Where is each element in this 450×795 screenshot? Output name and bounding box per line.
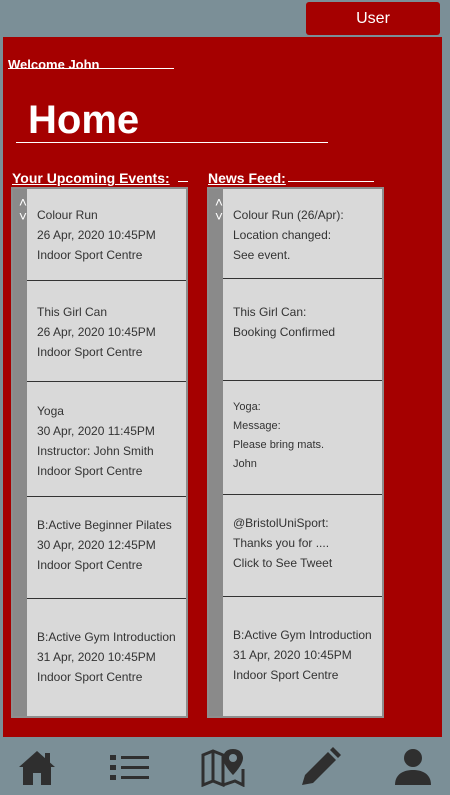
home-icon	[19, 751, 55, 785]
nav-list-button[interactable]	[107, 746, 153, 788]
news-line: Indoor Sport Centre	[233, 668, 339, 682]
events-heading-line	[178, 181, 188, 182]
nav-map-button[interactable]	[200, 746, 246, 788]
news-line: Booking Confirmed	[233, 325, 336, 339]
event-line: Instructor: John Smith	[37, 444, 154, 458]
news-line: Click to See Tweet	[233, 556, 333, 570]
nav-profile-button[interactable]	[390, 746, 436, 788]
news-item-gym-introduction[interactable]: B:Active Gym Introduction 31 Apr, 2020 1…	[223, 625, 382, 685]
event-line: B:Active Beginner Pilates	[37, 518, 172, 532]
news-line: Colour Run (26/Apr):	[233, 208, 344, 222]
news-line: B:Active Gym Introduction	[233, 628, 372, 642]
event-item-yoga[interactable]: Yoga 30 Apr, 2020 11:45PM Instructor: Jo…	[27, 401, 186, 481]
events-heading: Your Upcoming Events:	[12, 170, 170, 186]
news-line: See event.	[233, 248, 291, 262]
event-line: Indoor Sport Centre	[37, 464, 143, 478]
frame-right-edge	[442, 37, 450, 737]
news-separator	[223, 596, 382, 597]
news-line: Location changed:	[233, 228, 332, 242]
nav-home-button[interactable]	[14, 746, 60, 788]
news-separator	[223, 494, 382, 495]
event-line: Yoga	[37, 404, 64, 418]
page-title: Home	[28, 98, 140, 142]
news-feed-list[interactable]: ˄ ˅ Colour Run (26/Apr): Location changed…	[207, 187, 384, 718]
news-line: 31 Apr, 2020 10:45PM	[233, 648, 352, 662]
news-line: This Girl Can:	[233, 305, 307, 319]
news-item-this-girl-can[interactable]: This Girl Can: Booking Confirmed	[223, 302, 382, 342]
news-line: @BristolUniSport:	[233, 516, 329, 530]
news-line: Thanks you for ....	[233, 536, 330, 550]
event-line: Indoor Sport Centre	[37, 558, 143, 572]
news-line: John	[233, 458, 257, 470]
frame-left-edge	[0, 37, 3, 737]
event-item-gym-introduction[interactable]: B:Active Gym Introduction 31 Apr, 2020 1…	[27, 627, 186, 687]
news-separator	[223, 278, 382, 279]
event-line: This Girl Can	[37, 305, 108, 319]
news-item-yoga[interactable]: Yoga: Message: Please bring mats. John	[223, 398, 382, 474]
user-button[interactable]: User	[306, 2, 440, 35]
event-separator	[27, 280, 186, 281]
event-line: 26 Apr, 2020 10:45PM	[37, 325, 156, 339]
event-line: 26 Apr, 2020 10:45PM	[37, 228, 156, 242]
event-item-pilates[interactable]: B:Active Beginner Pilates 30 Apr, 2020 1…	[27, 515, 186, 575]
event-separator	[27, 496, 186, 497]
event-item-this-girl-can[interactable]: This Girl Can 26 Apr, 2020 10:45PM Indoo…	[27, 302, 186, 362]
event-line: Indoor Sport Centre	[37, 248, 143, 262]
list-icon	[110, 755, 149, 780]
news-line: Please bring mats.	[233, 439, 325, 451]
event-line: Indoor Sport Centre	[37, 670, 143, 684]
events-scroll-track[interactable]	[13, 189, 27, 716]
event-item-colour-run[interactable]: Colour Run 26 Apr, 2020 10:45PM Indoor S…	[27, 205, 186, 265]
news-item-tweet[interactable]: @BristolUniSport: Thanks you for .... Cl…	[223, 513, 382, 573]
welcome-text: Welcome John	[8, 57, 100, 72]
profile-icon	[395, 749, 431, 785]
title-underline	[16, 142, 328, 143]
event-line: 30 Apr, 2020 12:45PM	[37, 538, 156, 552]
welcome-underline	[8, 68, 174, 69]
event-line: 30 Apr, 2020 11:45PM	[37, 424, 155, 438]
event-separator	[27, 381, 186, 382]
event-line: Indoor Sport Centre	[37, 345, 143, 359]
pencil-icon	[302, 747, 341, 785]
event-line: Colour Run	[37, 208, 98, 222]
news-line: Yoga:	[233, 401, 261, 413]
event-separator	[27, 598, 186, 599]
news-scroll-track[interactable]	[209, 189, 223, 716]
news-heading-line	[288, 181, 374, 182]
news-separator	[223, 380, 382, 381]
nav-edit-button[interactable]	[297, 746, 343, 788]
events-list[interactable]: ˄ ˅ Colour Run 26 Apr, 2020 10:45PM Indoo…	[11, 187, 188, 718]
event-line: 31 Apr, 2020 10:45PM	[37, 650, 156, 664]
news-heading: News Feed:	[208, 170, 286, 186]
event-line: B:Active Gym Introduction	[37, 630, 176, 644]
map-icon	[201, 749, 245, 787]
news-item-colour-run[interactable]: Colour Run (26/Apr): Location changed: S…	[223, 205, 382, 265]
news-line: Message:	[233, 420, 281, 432]
